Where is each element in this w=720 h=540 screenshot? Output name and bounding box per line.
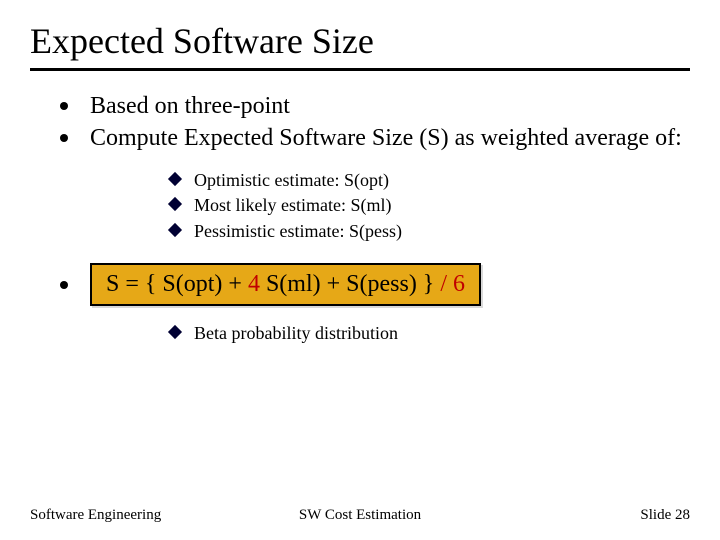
bullet-item: Based on three-point xyxy=(60,91,690,121)
bullet-dot-icon xyxy=(60,281,68,289)
sub-bullet-item: Pessimistic estimate: S(pess) xyxy=(170,220,690,243)
footer-right: Slide 28 xyxy=(640,507,690,524)
sub-bullets-distribution: Beta probability distribution xyxy=(170,322,690,345)
slide-title: Expected Software Size xyxy=(30,20,690,62)
main-bullets: Based on three-point Compute Expected So… xyxy=(60,91,690,153)
bullet-item: Compute Expected Software Size (S) as we… xyxy=(60,123,690,153)
formula-highlight: 4 xyxy=(248,271,260,297)
formula-row: S = { S(opt) + 4 S(ml) + S(pess) } / 6 xyxy=(60,263,690,306)
formula-box: S = { S(opt) + 4 S(ml) + S(pess) } / 6 xyxy=(90,263,481,306)
sub-bullet-item: Most likely estimate: S(ml) xyxy=(170,194,690,217)
formula-part: S = { S(opt) + xyxy=(106,271,248,297)
sub-bullet-item: Beta probability distribution xyxy=(170,322,690,345)
slide: Expected Software Size Based on three-po… xyxy=(0,0,720,540)
sub-bullets-estimates: Optimistic estimate: S(opt) Most likely … xyxy=(170,169,690,243)
formula-part: S(ml) + S(pess) } xyxy=(260,271,440,297)
formula-highlight: / 6 xyxy=(440,271,465,297)
footer-left: Software Engineering xyxy=(30,507,161,524)
slide-footer: Software Engineering SW Cost Estimation … xyxy=(30,507,690,524)
title-rule xyxy=(30,68,690,71)
sub-bullet-item: Optimistic estimate: S(opt) xyxy=(170,169,690,192)
